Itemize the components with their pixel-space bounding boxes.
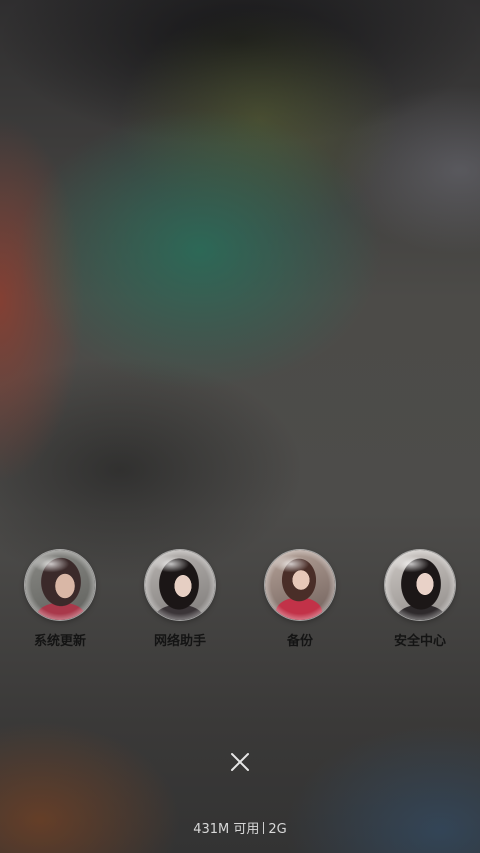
security-center-photo-icon [385,550,455,620]
memory-available: 431M 可用 [193,822,260,837]
memory-total: 2G [268,822,287,837]
shortcut-label: 备份 [286,634,313,649]
close-button[interactable] [225,747,255,777]
shortcut-label: 安全中心 [393,634,446,649]
shortcut-label: 系统更新 [33,634,86,649]
memory-status: 431M 可用 2G [0,818,480,837]
close-icon [231,753,249,771]
memory-separator [263,822,265,834]
shortcut-row: 系统更新 网络助手 备份 安全中心 [0,550,480,660]
network-assistant-photo-icon [145,550,215,620]
shortcut-backup[interactable]: 备份 [240,550,360,649]
system-update-photo-icon [25,550,95,620]
shortcut-label: 网络助手 [153,634,206,649]
shortcut-security-center[interactable]: 安全中心 [360,550,480,649]
shortcut-network-assistant[interactable]: 网络助手 [120,550,240,649]
backup-photo-icon [265,550,335,620]
blurred-wallpaper [0,0,480,853]
shortcut-system-update[interactable]: 系统更新 [0,550,120,649]
